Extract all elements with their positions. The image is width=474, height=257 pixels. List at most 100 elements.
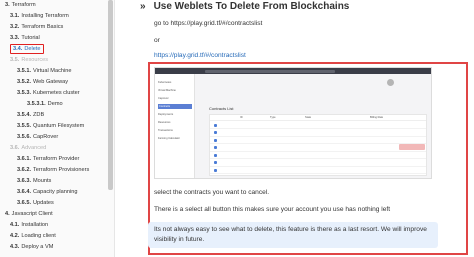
screenshot-checkbox-icon — [214, 168, 217, 172]
sidebar-item-zdb[interactable]: 3.5.4. ZDB — [17, 110, 44, 121]
sidebar-item-label: Updates — [33, 200, 54, 206]
screenshot-sidebar: Kubernetes Virtual Machine Caprover Contrac… — [155, 74, 195, 178]
sidebar-item-label: Installing Terraform — [21, 13, 69, 19]
screenshot-main: Contracts List ID Type State Billing Rate — [197, 76, 431, 178]
sidebar-item-loading-client[interactable]: 4.2. Loading client — [10, 231, 56, 242]
contracts-link-paragraph: https://play.grid.tf/#/contractslist — [154, 51, 246, 60]
screenshot-checkbox-icon — [214, 138, 217, 142]
sidebar-nav: 3. Terraform 3.1. Installing Terraform 3.2. T… — [0, 0, 115, 257]
section-marker-icon: » — [140, 1, 146, 12]
screenshot-checkbox-icon — [214, 131, 217, 135]
sidebar-item-label: Deploy a VM — [21, 244, 54, 250]
page-title-text: Use Weblets To Delete From Blockchains — [153, 1, 350, 12]
sidebar-item-label: Demo — [47, 101, 63, 107]
screenshot-sidebar-item: Contracts — [158, 104, 192, 109]
sidebar-item-label: Advanced — [21, 145, 47, 151]
sidebar-item-number: 3.5.2. — [17, 79, 31, 85]
screenshot-sidebar-item: Caprover — [158, 97, 169, 100]
sidebar-item-label: ZDB — [33, 112, 45, 118]
note-line-1: Its not always easy to see what to delet… — [154, 226, 427, 233]
sidebar-item-number: 3.5.1. — [17, 68, 31, 74]
sidebar-item-label: Resources — [21, 57, 49, 63]
or-paragraph: or — [154, 37, 160, 44]
sidebar-item-label: Loading client — [21, 233, 56, 239]
screenshot-image: Kubernetes Virtual Machine Caprover Contrac… — [154, 67, 432, 179]
sidebar-item-number: 3.6. — [10, 145, 20, 151]
sidebar-item-demo[interactable]: 3.5.3.1. Demo — [27, 99, 63, 110]
sidebar-item-number: 4.1. — [10, 222, 20, 228]
sidebar-item-label: CapRover — [33, 134, 59, 140]
sidebar-item-tutorial[interactable]: 3.3. Tutorial — [10, 33, 40, 44]
sidebar-item-kubernetes-cluster[interactable]: 3.5.3. Kubernetes cluster — [17, 88, 80, 99]
sidebar-item-number: 3. — [5, 2, 10, 8]
sidebar-item-updates[interactable]: 3.6.5. Updates — [17, 198, 54, 209]
screenshot-table-header: ID Type State Billing Rate — [210, 115, 426, 121]
sidebar-item-javascript-client[interactable]: 4. Javascript Client — [5, 209, 53, 220]
sidebar-item-terraform-basics[interactable]: 3.2. Terraform Basics — [10, 22, 63, 33]
sidebar-item-number: 3.5.6. — [17, 134, 31, 140]
sidebar-item-label: Web Gateway — [33, 79, 69, 85]
sidebar-item-advanced[interactable]: 3.6. Advanced — [10, 143, 46, 154]
screenshot-sidebar-item: Kubernetes — [158, 81, 172, 84]
screenshot-table-header-cell: ID — [240, 116, 243, 119]
sidebar-item-label: Javascript Client — [11, 211, 53, 217]
sidebar-item-caprover[interactable]: 3.5.6. CapRover — [17, 132, 58, 143]
sidebar-item-number: 3.6.2. — [17, 167, 31, 173]
page-title: » Use Weblets To Delete From Blockchains — [140, 0, 349, 14]
sidebar-item-number: 3.5.5. — [17, 123, 31, 129]
sidebar-item-quantum-filesystem[interactable]: 3.5.5. Quantum Filesystem — [17, 121, 84, 132]
sidebar-item-number: 3.5.3.1. — [27, 101, 46, 107]
sidebar-item-number: 3.1. — [10, 13, 20, 19]
sidebar-item-number: 4.2. — [10, 233, 20, 239]
sidebar-item-label: Quantum Filesystem — [33, 123, 85, 129]
avatar-icon — [387, 79, 394, 86]
sidebar-item-label: Delete — [24, 46, 41, 52]
sidebar-item-terraform-provider[interactable]: 3.6.1. Terraform Provider — [17, 154, 79, 165]
screenshot-heading: Contracts List — [209, 106, 234, 111]
sidebar-item-label: Terraform Provider — [33, 156, 80, 162]
screenshot-checkbox-icon — [214, 146, 217, 150]
sidebar-item-number: 4. — [5, 211, 10, 217]
screenshot-table-header-cell: State — [305, 116, 312, 119]
screenshot-checkbox-icon — [214, 123, 217, 127]
select-all-paragraph: There is a select all button this makes … — [154, 206, 391, 213]
sidebar-item-installing-terraform[interactable]: 3.1. Installing Terraform — [10, 11, 69, 22]
sidebar-item-number: 3.3. — [10, 35, 20, 41]
screenshot-table-row — [210, 137, 426, 144]
sidebar-item-capacity-planning[interactable]: 3.6.4. Capacity planning — [17, 187, 77, 198]
sidebar-item-label: Installation — [21, 222, 49, 228]
screenshot-sidebar-item: Resources — [158, 121, 171, 124]
note-line-2: visibility in future. — [154, 236, 205, 243]
sidebar-item-number: 3.6.1. — [17, 156, 31, 162]
screenshot-sidebar-item: Farming Calculator — [158, 137, 180, 140]
sidebar-item-web-gateway[interactable]: 3.5.2. Web Gateway — [17, 77, 68, 88]
screenshot-user-info — [387, 78, 427, 88]
screenshot-sidebar-item: Transactions — [158, 129, 173, 132]
contracts-link[interactable]: https://play.grid.tf/#/contractslist — [154, 52, 246, 59]
sidebar-item-number: 3.6.4. — [17, 189, 31, 195]
sidebar-item-mounts[interactable]: 3.6.3. Mounts — [17, 176, 51, 187]
screenshot-checkbox-icon — [214, 153, 217, 157]
screenshot-sidebar-item: Virtual Machine — [158, 89, 176, 92]
screenshot-table-row — [210, 145, 426, 152]
sidebar-item-deploy-a-vm[interactable]: 4.3. Deploy a VM — [10, 242, 53, 253]
note-box: Its not always easy to see what to delet… — [148, 222, 438, 248]
screenshot-table-row — [210, 167, 426, 174]
screenshot-table-row — [210, 130, 426, 137]
sidebar-item-installation[interactable]: 4.1. Installation — [10, 220, 48, 231]
screenshot-sidebar-item: Deployments — [158, 113, 174, 116]
main-content: » Use Weblets To Delete From Blockchains … — [118, 0, 474, 257]
sidebar-scrollbar[interactable] — [108, 0, 113, 190]
sidebar-item-resources[interactable]: 3.5. Resources — [10, 55, 48, 66]
sidebar-item-delete[interactable]: 3.4. Delete — [10, 44, 44, 54]
screenshot-table-header-cell: Billing Rate — [370, 116, 384, 119]
screenshot-browser-bar — [155, 68, 431, 74]
screenshot-table-row — [210, 160, 426, 167]
screenshot-url-bar — [205, 69, 335, 73]
sidebar-item-terraform-provisioners[interactable]: 3.6.2. Terraform Provisioners — [17, 165, 89, 176]
sidebar-item-terraform[interactable]: 3. Terraform — [5, 0, 36, 11]
screenshot-table-row — [210, 122, 426, 129]
sidebar-item-virtual-machine[interactable]: 3.5.1. Virtual Machine — [17, 66, 71, 77]
sidebar-item-number: 3.5.4. — [17, 112, 31, 118]
select-contracts-paragraph: select the contracts you want to cancel. — [154, 189, 270, 196]
